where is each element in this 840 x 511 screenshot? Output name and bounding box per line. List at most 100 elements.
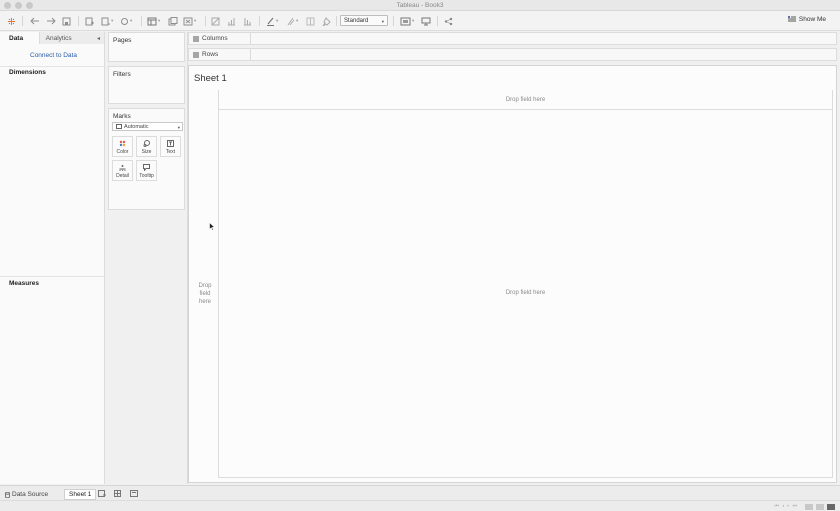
share-icon[interactable]: [444, 15, 453, 27]
sheet-title[interactable]: Sheet 1: [194, 73, 227, 84]
sheet-view-toggles[interactable]: [805, 504, 835, 510]
columns-label-text: Columns: [202, 35, 228, 42]
detail-label: Detail: [116, 173, 129, 179]
toolbar-separator: [141, 16, 142, 26]
rows-drop-zone[interactable]: Drop field here: [193, 282, 217, 306]
tab-data[interactable]: Data: [0, 32, 40, 44]
columns-shelf[interactable]: Columns: [188, 32, 837, 45]
worksheet-canvas: Sheet 1 Drop field here Drop field here Dr…: [188, 65, 837, 483]
columns-drop-zone[interactable]: Drop field here: [219, 90, 832, 110]
main-toolbar: ▾ ▾ ▾ ▾ ▾ ▾ ▾: [0, 11, 840, 31]
data-source-tab[interactable]: Data Source: [5, 489, 48, 500]
show-sheets-view-icon[interactable]: [805, 504, 813, 510]
title-bar: Tableau - Book3: [0, 0, 840, 11]
toolbar-separator: [78, 16, 79, 26]
database-icon: [5, 491, 10, 498]
view-mode-select[interactable]: Standard ▾: [340, 15, 388, 26]
toolbar-separator: [205, 16, 206, 26]
columns-icon: [193, 35, 199, 42]
view-border: [218, 477, 833, 478]
view-drop-zone[interactable]: Drop field here: [219, 290, 832, 296]
size-label: Size: [141, 149, 152, 155]
refresh-icon[interactable]: ▾: [120, 15, 132, 27]
sort-ascending-icon[interactable]: [227, 15, 236, 27]
detail-icon: [119, 165, 126, 171]
rows-icon: [193, 52, 199, 57]
status-bar: ⏮◂▸⏭: [0, 500, 840, 511]
color-button[interactable]: Color: [112, 136, 133, 157]
new-story-tab-icon[interactable]: [130, 490, 138, 499]
text-label: Text: [165, 149, 176, 155]
color-label: Color: [116, 149, 129, 155]
measures-header: Measures: [9, 280, 39, 287]
tab-analytics[interactable]: Analytics: [39, 32, 104, 44]
columns-shelf-label: Columns: [193, 33, 251, 44]
back-icon[interactable]: [30, 15, 40, 27]
toolbar-separator: [336, 16, 337, 26]
mark-type-icon: [116, 124, 122, 129]
pause-updates-icon[interactable]: ▾: [101, 15, 113, 27]
show-me-icon: [787, 16, 796, 22]
data-pane: Data Analytics ◂ Connect to Data Dimensi…: [0, 32, 105, 484]
fix-axes-icon[interactable]: [322, 15, 331, 27]
show-labels-icon[interactable]: [306, 15, 315, 27]
size-icon: [143, 140, 150, 147]
rows-drop-divider: [218, 90, 219, 478]
sheet-tab-bar: Data Source Sheet 1: [0, 485, 840, 500]
tooltip-icon: [143, 164, 150, 171]
filters-card-title: Filters: [113, 71, 131, 78]
forward-icon[interactable]: [46, 15, 56, 27]
toolbar-separator: [393, 16, 394, 26]
view-mode-value: Standard: [344, 17, 369, 24]
text-button[interactable]: Text: [160, 136, 181, 157]
duplicate-sheet-icon[interactable]: [168, 15, 178, 27]
show-me-label: Show Me: [798, 16, 826, 23]
new-dashboard-tab-icon[interactable]: [114, 490, 122, 499]
marks-card-title: Marks: [113, 113, 131, 120]
pages-card-title: Pages: [113, 37, 132, 44]
tooltip-button[interactable]: Tooltip: [136, 160, 157, 181]
rows-shelf-label: Rows: [193, 49, 251, 60]
filters-card[interactable]: Filters: [108, 66, 185, 104]
chevron-down-icon: ▾: [381, 19, 384, 24]
highlight-icon[interactable]: ▾: [266, 15, 278, 27]
size-button[interactable]: Size: [136, 136, 157, 157]
new-worksheet-icon[interactable]: ▾: [147, 15, 160, 27]
window-title: Tableau - Book3: [396, 2, 444, 9]
mouse-cursor-icon: [209, 221, 216, 233]
toolbar-separator: [259, 16, 260, 26]
text-icon: [167, 140, 174, 147]
pages-card[interactable]: Pages: [108, 32, 185, 62]
new-worksheet-tab-icon[interactable]: [98, 490, 106, 499]
show-me-button[interactable]: Show Me: [787, 16, 826, 23]
tooltip-label: Tooltip: [139, 173, 154, 179]
tableau-logo-icon[interactable]: [7, 15, 16, 27]
fit-icon[interactable]: ▾: [400, 15, 414, 27]
new-data-source-icon[interactable]: [85, 15, 94, 27]
sheet1-tab[interactable]: Sheet 1: [64, 489, 97, 500]
mark-type-select[interactable]: Automatic ▾: [112, 122, 183, 131]
color-icon: [119, 140, 126, 147]
filmstrip-view-icon[interactable]: [816, 504, 824, 510]
view-border: [832, 90, 833, 478]
presentation-icon[interactable]: [421, 15, 431, 27]
divider: [0, 66, 104, 67]
sheet-navigation-arrows[interactable]: ⏮◂▸⏭: [774, 503, 800, 509]
tabs-view-icon[interactable]: [827, 504, 835, 510]
connect-to-data-link[interactable]: Connect to Data: [30, 52, 77, 59]
collapse-pane-icon[interactable]: ◂: [97, 35, 100, 42]
sort-descending-icon[interactable]: [243, 15, 252, 27]
chevron-down-icon: ▾: [177, 125, 180, 130]
swap-icon[interactable]: [211, 15, 220, 27]
sheet1-tab-label: Sheet 1: [69, 491, 92, 498]
clear-sheet-icon[interactable]: ▾: [183, 15, 196, 27]
group-icon[interactable]: ▾: [286, 15, 298, 27]
detail-button[interactable]: Detail: [112, 160, 133, 181]
rows-shelf[interactable]: Rows: [188, 48, 837, 61]
toolbar-separator: [22, 16, 23, 26]
data-source-tab-label: Data Source: [12, 491, 49, 498]
marks-card: Marks Automatic ▾ Color Size Text Detail…: [108, 108, 185, 210]
rows-label-text: Rows: [202, 51, 219, 58]
toolbar-separator: [437, 16, 438, 26]
save-icon[interactable]: [62, 15, 71, 27]
